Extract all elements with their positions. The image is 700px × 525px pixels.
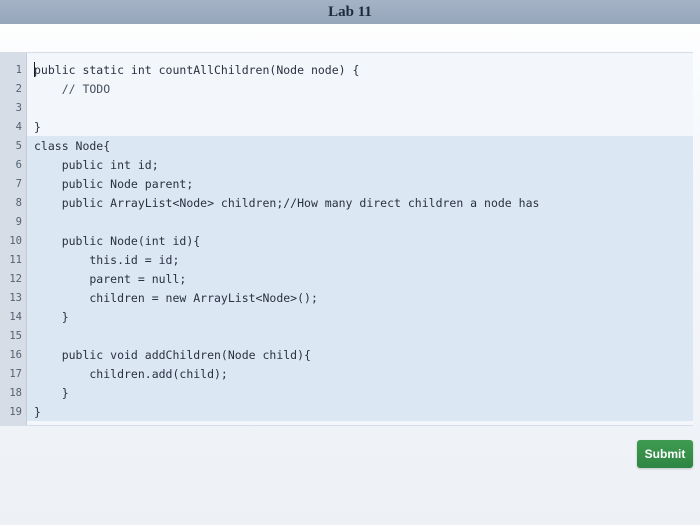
code-text: public int id; [34,157,159,172]
lab-page: Lab 11 1 public static int countAllChild… [0,0,700,525]
line-number: 2 [15,82,22,95]
code-text: public void addChildren(Node child){ [34,347,311,362]
code-line[interactable]: 6 public int id; [16,155,693,174]
line-number: 8 [15,196,22,209]
line-number: 12 [9,272,22,285]
code-line[interactable]: 19 } [9,402,693,421]
code-line[interactable]: 13 children = new ArrayList<Node>(); [9,288,693,307]
code-line[interactable]: 16 public void addChildren(Node child){ [9,345,693,364]
line-number: 16 [9,348,22,361]
code-text: } [34,309,69,324]
code-line[interactable]: 8 public ArrayList<Node> children;//How … [16,193,693,212]
code-text: public static int countAllChildren(Node … [34,62,360,77]
code-line[interactable]: 2 // TODO [16,79,693,98]
code-line[interactable]: 17 children.add(child); [9,364,693,383]
code-text: public Node(int id){ [34,233,201,248]
line-number: 13 [9,291,22,304]
line-number: 19 [9,405,22,418]
line-number: 14 [9,310,22,323]
code-text: children = new ArrayList<Node>(); [34,290,318,305]
code-area[interactable]: 1 public static int countAllChildren(Nod… [9,53,693,425]
code-text: } [34,385,69,400]
code-text: public ArrayList<Node> children;//How ma… [34,195,540,210]
cursor-icon [180,425,190,426]
code-text: parent = null; [34,271,187,286]
code-line[interactable]: 18 } [9,383,693,402]
code-line[interactable]: 4 } [16,117,693,136]
line-number: 10 [9,234,22,247]
line-number: 18 [9,386,22,399]
code-editor[interactable]: 1 public static int countAllChildren(Nod… [0,52,693,426]
window-title-bar: Lab 11 [0,0,700,24]
code-text: this.id = id; [34,252,180,267]
line-number: 17 [9,367,22,380]
code-line[interactable]: 3 [16,98,693,117]
line-number: 15 [9,329,22,342]
code-line[interactable]: 9 [16,212,693,231]
code-line[interactable]: 5 class Node{ [16,136,693,155]
code-line[interactable]: 14 } [9,307,693,326]
code-text: children.add(child); [34,366,228,381]
line-number: 11 [9,253,22,266]
code-text: } [34,119,41,134]
line-number: 1 [15,63,22,76]
line-number: 7 [15,177,22,190]
line-number: 6 [15,158,22,171]
line-number: 3 [15,101,22,114]
code-line[interactable]: 15 [9,326,693,345]
code-comment: // TODO [34,81,111,96]
code-line[interactable]: 11 this.id = id; [9,250,693,269]
code-line[interactable]: 12 parent = null; [9,269,693,288]
line-number: 5 [15,139,22,152]
code-line[interactable]: 1 public static int countAllChildren(Nod… [16,60,693,79]
window-title: Lab 11 [328,3,372,20]
line-number: 9 [15,215,22,228]
code-line[interactable]: 7 public Node parent; [16,174,693,193]
code-line[interactable]: 10 public Node(int id){ [9,231,693,250]
code-text: public Node parent; [34,176,194,191]
submit-button[interactable]: Submit [637,440,693,468]
line-number: 4 [15,120,22,133]
code-text: class Node{ [34,138,111,153]
code-text: } [34,404,41,419]
